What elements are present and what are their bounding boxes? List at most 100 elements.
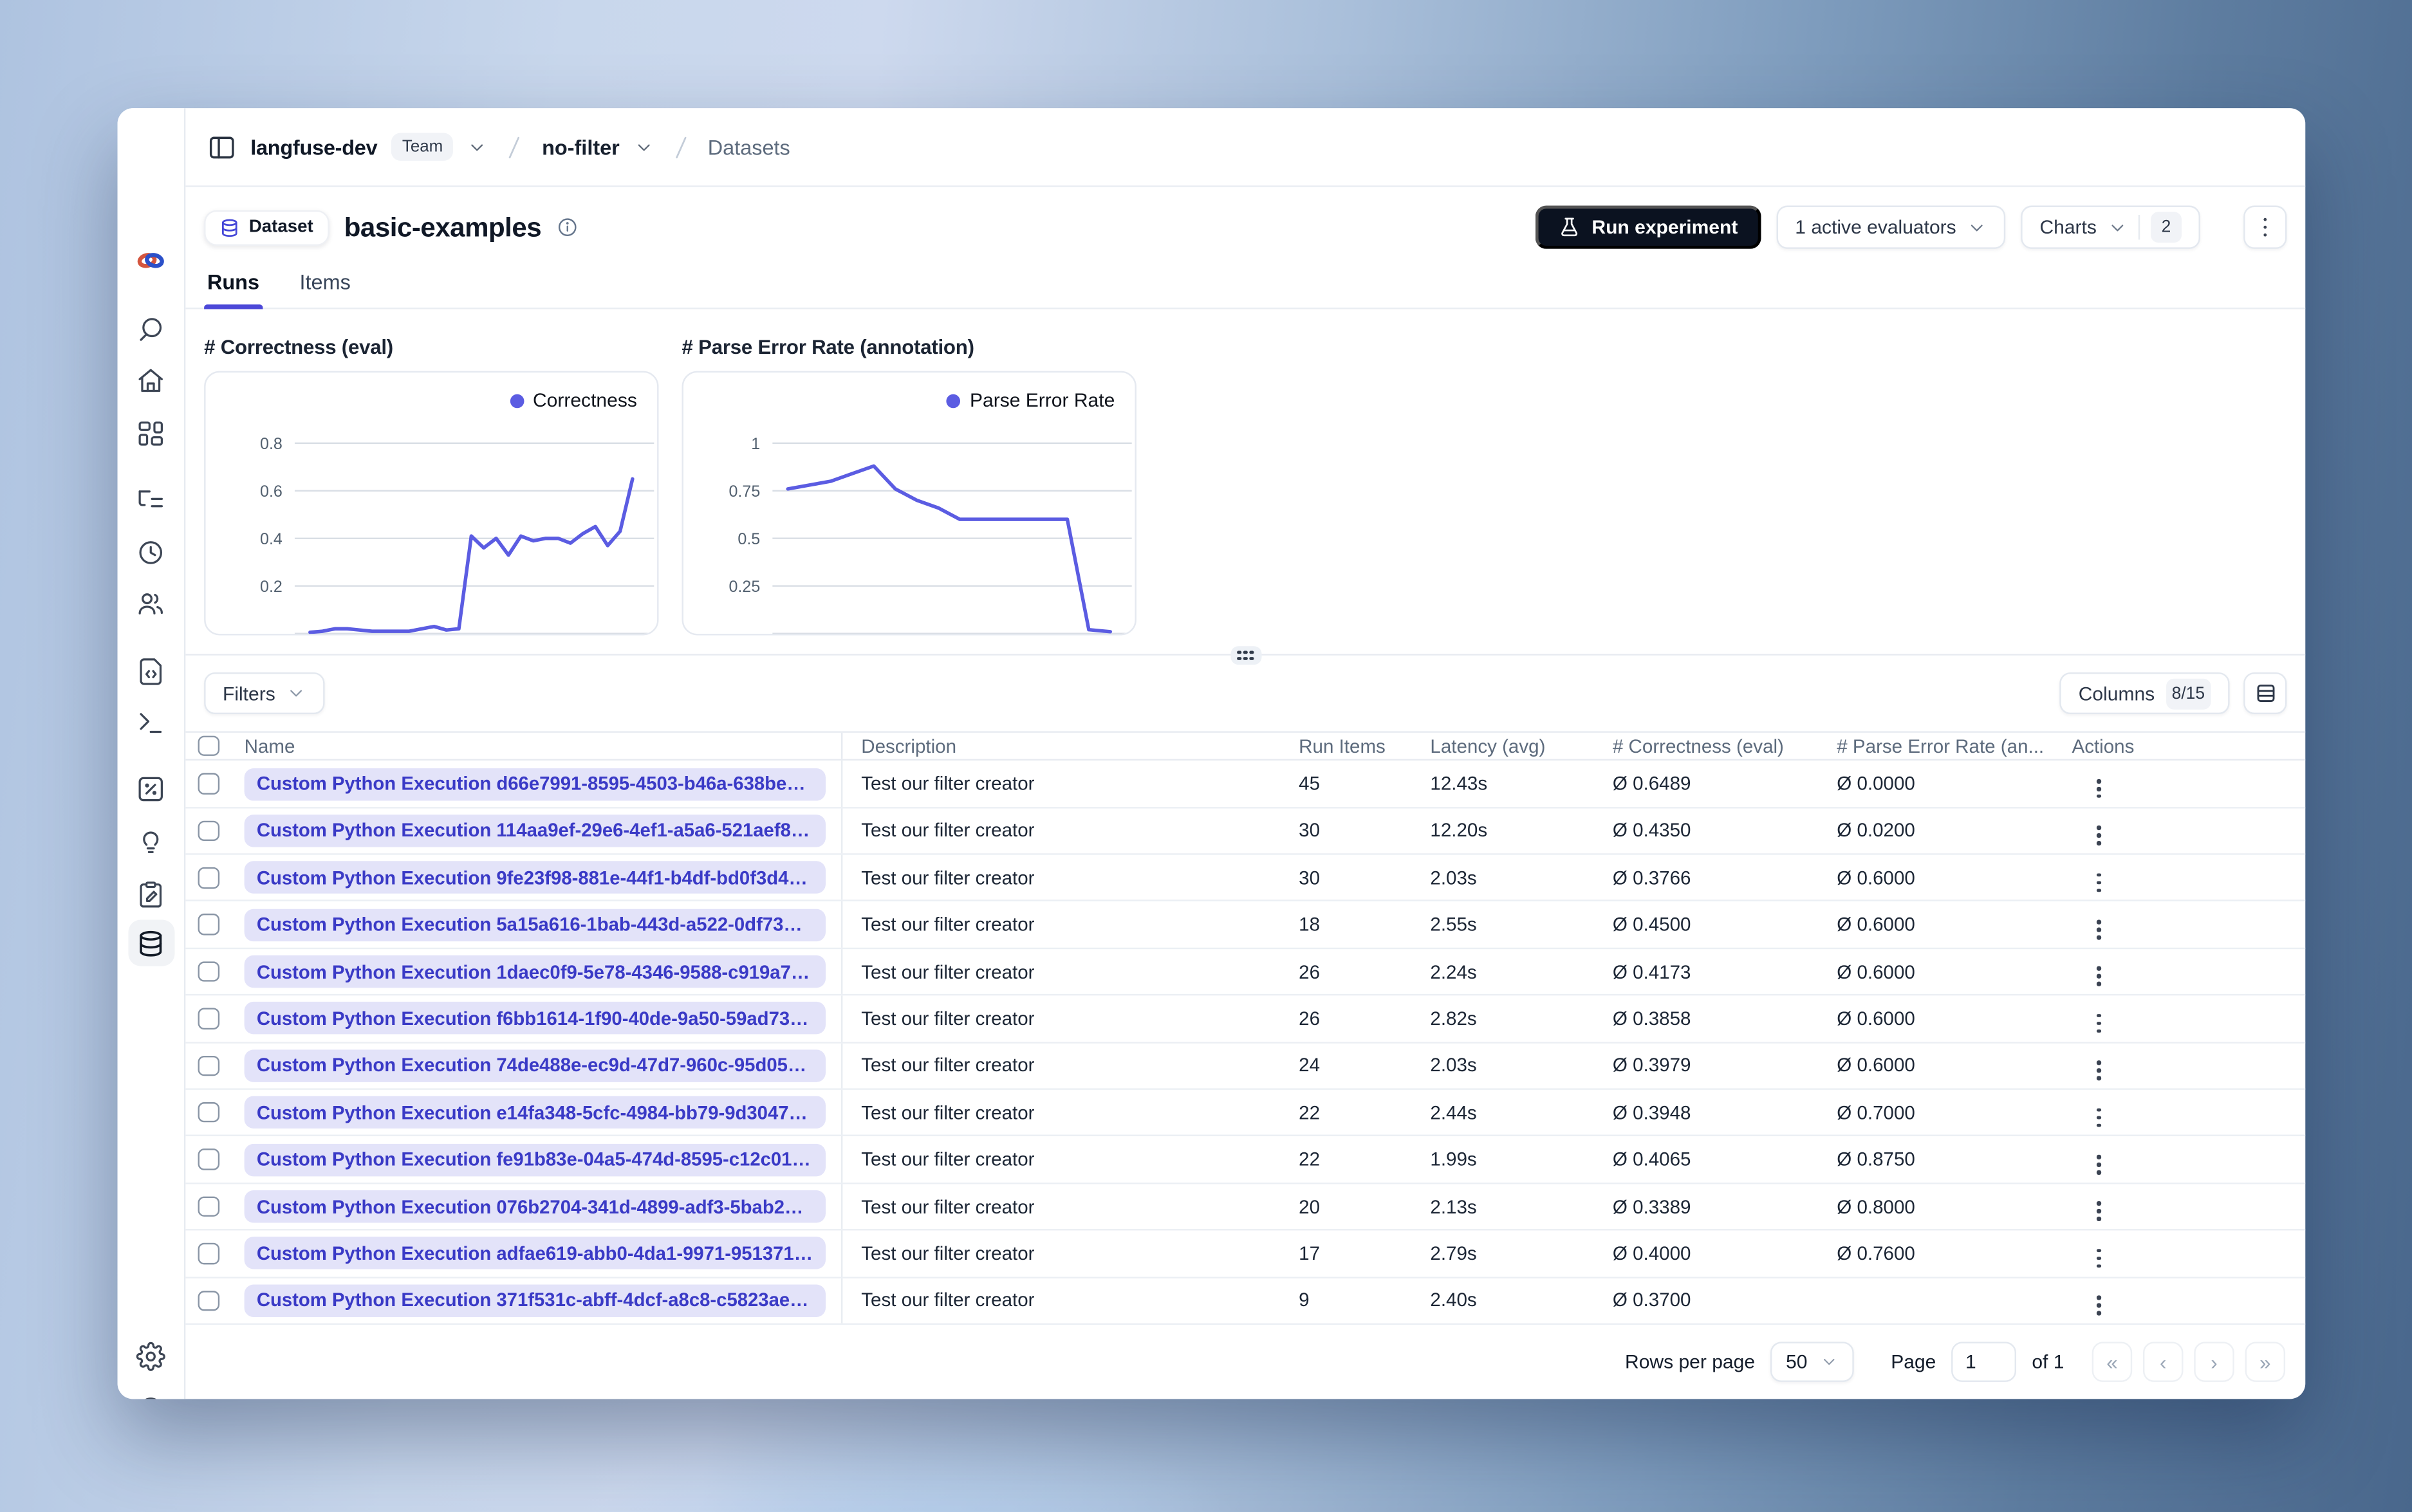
run-name-link[interactable]: Custom Python Execution 9fe23f98-881e-44… <box>244 861 826 894</box>
run-experiment-button[interactable]: Run experiment <box>1535 205 1761 249</box>
annotation-clipboard-icon[interactable] <box>135 878 166 909</box>
prev-page-button[interactable]: ‹ <box>2143 1341 2184 1382</box>
run-description: Test our filter creator <box>861 820 1035 842</box>
row-actions-menu[interactable] <box>2088 1102 2110 1133</box>
columns-button[interactable]: Columns 8/15 <box>2059 672 2230 715</box>
tracing-icon[interactable] <box>135 484 166 515</box>
project-name[interactable]: no-filter <box>542 135 620 158</box>
users-icon[interactable] <box>135 587 166 618</box>
table-row[interactable]: Custom Python Execution 114aa9ef-29e6-4e… <box>185 807 2306 855</box>
column-header-parse-error-rate[interactable]: # Parse Error Rate (an... <box>1837 735 2063 757</box>
row-actions-menu[interactable] <box>2088 1148 2110 1180</box>
column-header-description[interactable]: Description <box>842 735 1299 757</box>
row-checkbox[interactable] <box>198 914 219 936</box>
row-checkbox[interactable] <box>198 1196 219 1217</box>
row-checkbox[interactable] <box>198 1008 219 1029</box>
home-icon[interactable] <box>135 365 166 396</box>
resize-grip-handle[interactable] <box>1230 646 1261 665</box>
run-name-link[interactable]: Custom Python Execution 114aa9ef-29e6-4e… <box>244 814 826 847</box>
row-checkbox[interactable] <box>198 961 219 982</box>
run-correctness: Ø 0.4350 <box>1612 820 1691 842</box>
breadcrumb: langfuse-dev Team no-filter Datasets <box>185 108 2306 187</box>
last-page-button[interactable]: » <box>2245 1341 2286 1382</box>
section-name[interactable]: Datasets <box>708 135 790 158</box>
charts-dropdown[interactable]: Charts 2 <box>2021 205 2200 249</box>
database-icon <box>219 217 239 237</box>
row-checkbox[interactable] <box>198 1055 219 1076</box>
row-checkbox[interactable] <box>198 1102 219 1123</box>
row-actions-menu[interactable] <box>2088 1195 2110 1227</box>
column-header-latency[interactable]: Latency (avg) <box>1430 735 1613 757</box>
insights-lightbulb-icon[interactable] <box>135 825 166 856</box>
tab-items[interactable]: Items <box>297 258 354 308</box>
table-row[interactable]: Custom Python Execution 1daec0f9-5e78-43… <box>185 948 2306 996</box>
row-checkbox[interactable] <box>198 1290 219 1311</box>
run-name-link[interactable]: Custom Python Execution e14fa348-5cfc-49… <box>244 1096 826 1129</box>
table-row[interactable]: Custom Python Execution 9fe23f98-881e-44… <box>185 854 2306 902</box>
chart-legend: Correctness <box>509 389 637 411</box>
table-row[interactable]: Custom Python Execution f6bb1614-1f90-40… <box>185 995 2306 1043</box>
run-name-link[interactable]: Custom Python Execution f6bb1614-1f90-40… <box>244 1002 826 1035</box>
evaluators-dropdown[interactable]: 1 active evaluators <box>1776 205 2006 249</box>
sidebar-toggle-icon[interactable] <box>207 132 237 161</box>
run-name-link[interactable]: Custom Python Execution adfae619-abb0-4d… <box>244 1237 826 1270</box>
run-name-link[interactable]: Custom Python Execution 076b2704-341d-48… <box>244 1190 826 1223</box>
column-header-run-items[interactable]: Run Items <box>1299 735 1430 757</box>
row-checkbox[interactable] <box>198 1243 219 1264</box>
row-actions-menu[interactable] <box>2088 914 2110 945</box>
datasets-icon[interactable] <box>127 919 174 966</box>
run-name-link[interactable]: Custom Python Execution 5a15a616-1bab-44… <box>244 908 826 941</box>
run-name-link[interactable]: Custom Python Execution 74de488e-ec9d-47… <box>244 1049 826 1082</box>
table-row[interactable]: Custom Python Execution adfae619-abb0-4d… <box>185 1230 2306 1278</box>
playground-terminal-icon[interactable] <box>135 706 166 737</box>
table-row[interactable]: Custom Python Execution 5a15a616-1bab-44… <box>185 901 2306 949</box>
column-header-correctness[interactable]: # Correctness (eval) <box>1613 735 1837 757</box>
run-name-link[interactable]: Custom Python Execution 371f531c-abff-4d… <box>244 1284 826 1317</box>
row-actions-menu[interactable] <box>2088 1008 2110 1039</box>
table-row[interactable]: Custom Python Execution 74de488e-ec9d-47… <box>185 1042 2306 1090</box>
select-all-checkbox[interactable] <box>198 735 219 757</box>
page-title: basic-examples <box>344 210 542 243</box>
dashboard-icon[interactable] <box>135 418 166 448</box>
sessions-clock-icon[interactable] <box>135 537 166 567</box>
evaluators-icon[interactable] <box>135 773 166 804</box>
charts-panel: # Correctness (eval) 0.2 0.4 0.6 0.8 Correc… <box>185 309 2305 654</box>
run-name-link[interactable]: Custom Python Execution 1daec0f9-5e78-43… <box>244 955 826 988</box>
table-row[interactable]: Custom Python Execution 371f531c-abff-4d… <box>185 1278 2306 1325</box>
project-chevron-down-icon[interactable] <box>633 137 653 157</box>
table-row[interactable]: Custom Python Execution fe91b83e-04a5-47… <box>185 1136 2306 1184</box>
more-actions-kebab-button[interactable] <box>2243 205 2287 249</box>
table-row[interactable]: Custom Python Execution 076b2704-341d-48… <box>185 1183 2306 1231</box>
row-actions-menu[interactable] <box>2088 820 2110 851</box>
tab-runs[interactable]: Runs <box>204 258 263 309</box>
filters-button[interactable]: Filters <box>204 672 325 715</box>
row-actions-menu[interactable] <box>2088 867 2110 898</box>
first-page-button[interactable]: « <box>2092 1341 2133 1382</box>
page-number-input[interactable] <box>1951 1341 2017 1382</box>
row-height-button[interactable] <box>2243 672 2287 715</box>
row-checkbox[interactable] <box>198 1149 219 1170</box>
row-checkbox[interactable] <box>198 820 219 842</box>
row-actions-menu[interactable] <box>2088 1242 2110 1274</box>
row-checkbox[interactable] <box>198 867 219 889</box>
org-chevron-down-icon[interactable] <box>468 137 488 157</box>
langfuse-logo-icon[interactable] <box>135 244 166 275</box>
search-icon[interactable] <box>135 314 166 345</box>
settings-gear-icon[interactable] <box>135 1340 166 1371</box>
rows-per-page-select[interactable]: 50 <box>1770 1341 1854 1382</box>
support-lifebuoy-icon[interactable] <box>135 1393 166 1399</box>
org-name[interactable]: langfuse-dev <box>250 135 377 158</box>
row-actions-menu[interactable] <box>2088 961 2110 992</box>
row-checkbox[interactable] <box>198 773 219 795</box>
row-actions-menu[interactable] <box>2088 773 2110 804</box>
column-header-name[interactable]: Name <box>232 732 843 760</box>
table-row[interactable]: Custom Python Execution d66e7991-8595-45… <box>185 761 2306 808</box>
next-page-button[interactable]: › <box>2194 1341 2234 1382</box>
row-actions-menu[interactable] <box>2088 1289 2110 1321</box>
info-icon[interactable] <box>557 216 579 238</box>
prompts-icon[interactable] <box>135 656 166 687</box>
table-row[interactable]: Custom Python Execution e14fa348-5cfc-49… <box>185 1089 2306 1137</box>
row-actions-menu[interactable] <box>2088 1055 2110 1086</box>
run-name-link[interactable]: Custom Python Execution d66e7991-8595-45… <box>244 767 826 800</box>
run-name-link[interactable]: Custom Python Execution fe91b83e-04a5-47… <box>244 1143 826 1176</box>
